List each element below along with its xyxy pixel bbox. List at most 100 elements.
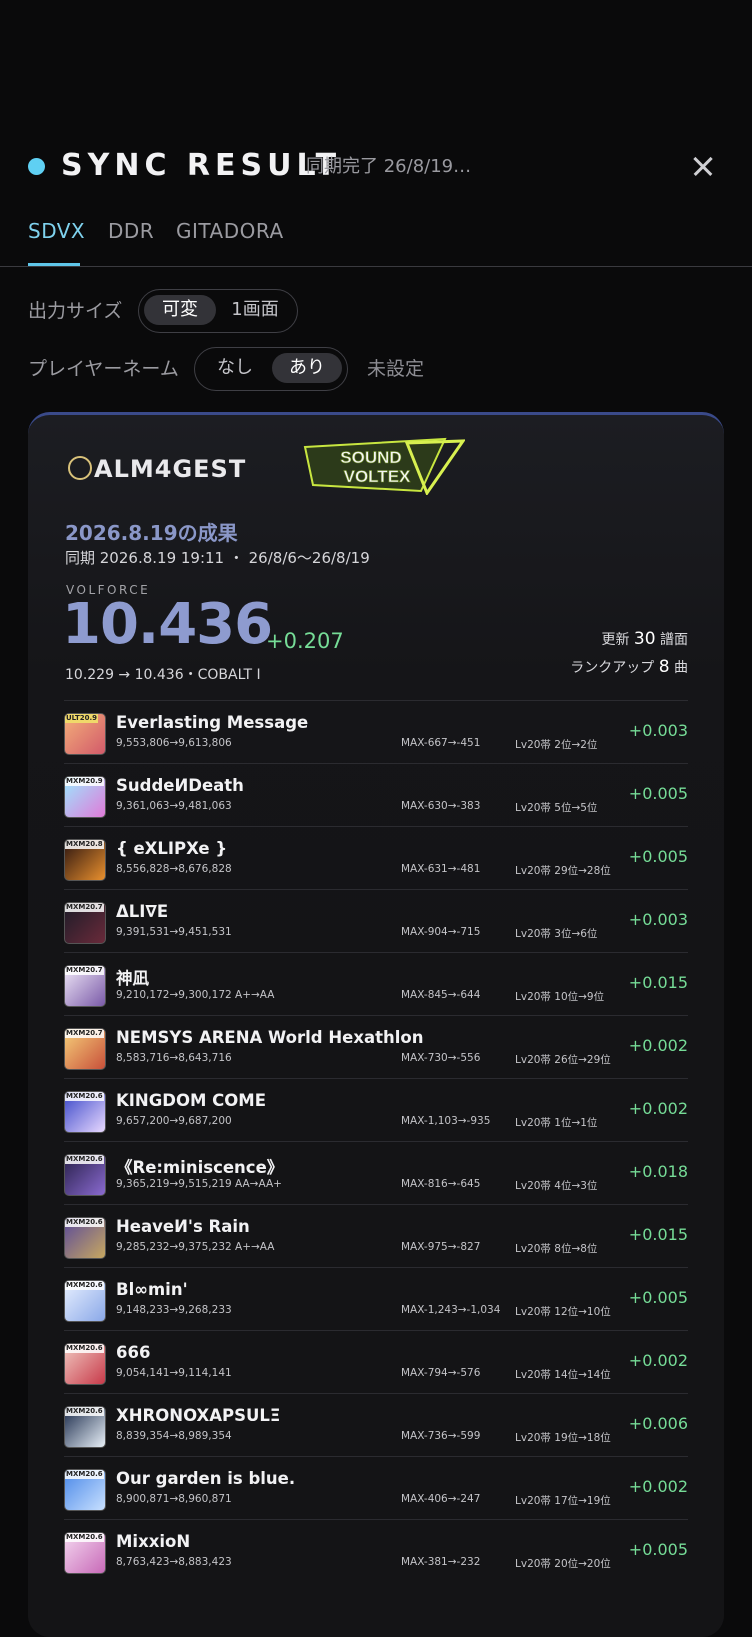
- song-title: SuddeИDeath: [116, 776, 244, 795]
- song-volforce-delta: +0.015: [628, 973, 688, 992]
- song-jacket: MXM20.8: [64, 839, 106, 881]
- song-level-badge: MXM20.6: [65, 1218, 104, 1227]
- song-volforce-delta: +0.006: [628, 1414, 688, 1433]
- song-jacket: MXM20.6: [64, 1406, 106, 1448]
- song-row[interactable]: ULT20.9 Everlasting Message 9,553,806→9,61…: [64, 700, 688, 763]
- player-name-toggle: なし あり: [194, 347, 348, 391]
- song-rank-change: Lv20帯 2位→2位: [515, 739, 598, 751]
- song-row[interactable]: MXM20.6 MixxioN 8,763,423→8,883,423 MAX-381…: [64, 1519, 688, 1582]
- song-row[interactable]: MXM20.6 《Re:miniscence》 9,365,219→9,515,21…: [64, 1141, 688, 1204]
- almagest-logo: ALM4GEST: [68, 455, 246, 483]
- song-score-change: 9,361,063→9,481,063: [116, 800, 232, 812]
- updates-prefix: 更新: [601, 632, 630, 648]
- song-jacket: MXM20.7: [64, 902, 106, 944]
- song-row[interactable]: MXM20.8 { eXLIPXe } 8,556,828→8,676,828 MAX…: [64, 826, 688, 889]
- song-volforce-delta: +0.002: [628, 1099, 688, 1118]
- song-level-badge: MXM20.6: [65, 1281, 104, 1290]
- song-row[interactable]: MXM20.6 666 9,054,141→9,114,141 MAX-794→-57…: [64, 1330, 688, 1393]
- song-max-diff: MAX-845→-644: [401, 989, 481, 1001]
- song-rank-change: Lv20帯 10位→9位: [515, 991, 605, 1003]
- song-rank-change: Lv20帯 8位→8位: [515, 1243, 598, 1255]
- tab-sdvx[interactable]: SDVX: [28, 216, 85, 246]
- song-jacket: ULT20.9: [64, 713, 106, 755]
- song-rank-change: Lv20帯 1位→1位: [515, 1117, 598, 1129]
- tab-gitadora[interactable]: GITADORA: [176, 216, 284, 246]
- song-max-diff: MAX-630→-383: [401, 800, 481, 812]
- tab-divider: [0, 266, 752, 267]
- song-title: KINGDOM COME: [116, 1091, 266, 1110]
- rankup-prefix: ランクアップ: [570, 660, 655, 676]
- song-title: 神凪: [116, 969, 149, 988]
- song-jacket: MXM20.6: [64, 1532, 106, 1574]
- song-score-change: 8,556,828→8,676,828: [116, 863, 232, 875]
- song-max-diff: MAX-631→-481: [401, 863, 481, 875]
- song-level-badge: MXM20.6: [65, 1155, 104, 1164]
- song-title: ΔLI∇E: [116, 902, 169, 921]
- song-row[interactable]: MXM20.9 SuddeИDeath 9,361,063→9,481,063 MAX…: [64, 763, 688, 826]
- song-title: HeaveИ's Rain: [116, 1217, 250, 1236]
- song-row[interactable]: MXM20.6 Our garden is blue. 8,900,871→8,96…: [64, 1456, 688, 1519]
- sync-period: 同期 2026.8.19 19:11 ・ 26/8/6〜26/8/19: [65, 549, 370, 567]
- song-score-change: 8,763,423→8,883,423: [116, 1556, 232, 1568]
- song-max-diff: MAX-730→-556: [401, 1052, 481, 1064]
- song-volforce-delta: +0.003: [628, 721, 688, 740]
- song-jacket: MXM20.9: [64, 776, 106, 818]
- song-max-diff: MAX-904→-715: [401, 926, 481, 938]
- song-jacket: MXM20.6: [64, 1343, 106, 1385]
- song-rank-change: Lv20帯 12位→10位: [515, 1306, 611, 1318]
- ring-icon: [68, 456, 92, 480]
- close-icon[interactable]: [684, 146, 724, 186]
- tab-ddr[interactable]: DDR: [108, 216, 154, 246]
- song-level-badge: MXM20.7: [65, 1029, 104, 1038]
- song-rank-change: Lv20帯 4位→3位: [515, 1180, 598, 1192]
- song-volforce-delta: +0.002: [628, 1351, 688, 1370]
- song-volforce-delta: +0.015: [628, 1225, 688, 1244]
- player-name-value[interactable]: 未設定: [367, 357, 424, 381]
- song-level-badge: MXM20.6: [65, 1470, 104, 1479]
- song-max-diff: MAX-1,243→-1,034: [401, 1304, 501, 1316]
- song-title: Everlasting Message: [116, 713, 309, 732]
- sound-voltex-logo: SOUND VOLTEX: [303, 437, 465, 495]
- song-row[interactable]: MXM20.7 NEMSYS ARENA World Hexathlon 8,583…: [64, 1015, 688, 1078]
- song-row[interactable]: MXM20.7 神凪 9,210,172→9,300,172 A+→AA MAX-84…: [64, 952, 688, 1015]
- song-level-badge: MXM20.6: [65, 1407, 104, 1416]
- song-score-change: 9,391,531→9,451,531: [116, 926, 232, 938]
- song-level-badge: MXM20.6: [65, 1092, 104, 1101]
- song-level-badge: MXM20.6: [65, 1533, 104, 1542]
- song-rank-change: Lv20帯 3位→6位: [515, 928, 598, 940]
- song-rank-change: Lv20帯 14位→14位: [515, 1369, 611, 1381]
- sync-status-text: 同期完了 26/8/19…: [306, 156, 472, 177]
- song-row[interactable]: MXM20.6 XHRONOXAPSULΞ 8,839,354→8,989,354 M…: [64, 1393, 688, 1456]
- song-row[interactable]: MXM20.7 ΔLI∇E 9,391,531→9,451,531 MAX-904→-…: [64, 889, 688, 952]
- song-max-diff: MAX-736→-599: [401, 1430, 481, 1442]
- rank-up-count: ランクアップ 8 曲: [570, 657, 688, 677]
- output-size-toggle: 可変 1画面: [138, 289, 298, 333]
- song-volforce-delta: +0.002: [628, 1477, 688, 1496]
- song-score-change: 8,839,354→8,989,354: [116, 1430, 232, 1442]
- song-rank-change: Lv20帯 26位→29位: [515, 1054, 611, 1066]
- song-level-badge: MXM20.9: [65, 777, 104, 786]
- song-rank-change: Lv20帯 19位→18位: [515, 1432, 611, 1444]
- song-max-diff: MAX-667→-451: [401, 737, 481, 749]
- song-row[interactable]: MXM20.6 KINGDOM COME 9,657,200→9,687,200 MA…: [64, 1078, 688, 1141]
- song-row[interactable]: MXM20.6 Bl∞min' 9,148,233→9,268,233 MAX-1,2…: [64, 1267, 688, 1330]
- updates-count: 30: [633, 629, 656, 649]
- song-level-badge: MXM20.7: [65, 903, 104, 912]
- song-title: 《Re:miniscence》: [116, 1158, 284, 1177]
- song-volforce-delta: +0.018: [628, 1162, 688, 1181]
- sound-voltex-logo-line2: VOLTEX: [344, 467, 411, 486]
- song-volforce-delta: +0.005: [628, 784, 688, 803]
- rankup-count: 8: [658, 657, 670, 677]
- output-size-single-screen-button[interactable]: 1画面: [219, 295, 291, 325]
- song-max-diff: MAX-406→-247: [401, 1493, 481, 1505]
- song-level-badge: ULT20.9: [65, 714, 99, 723]
- song-volforce-delta: +0.003: [628, 910, 688, 929]
- output-size-variable-button[interactable]: 可変: [144, 295, 216, 325]
- song-row[interactable]: MXM20.6 HeaveИ's Rain 9,285,232→9,375,232 …: [64, 1204, 688, 1267]
- song-title: NEMSYS ARENA World Hexathlon: [116, 1028, 424, 1047]
- player-name-off-button[interactable]: なし: [200, 353, 270, 383]
- song-jacket: MXM20.6: [64, 1091, 106, 1133]
- song-list: ULT20.9 Everlasting Message 9,553,806→9,61…: [64, 700, 688, 1582]
- player-name-on-button[interactable]: あり: [272, 353, 342, 383]
- volforce-delta: +0.207: [266, 629, 344, 653]
